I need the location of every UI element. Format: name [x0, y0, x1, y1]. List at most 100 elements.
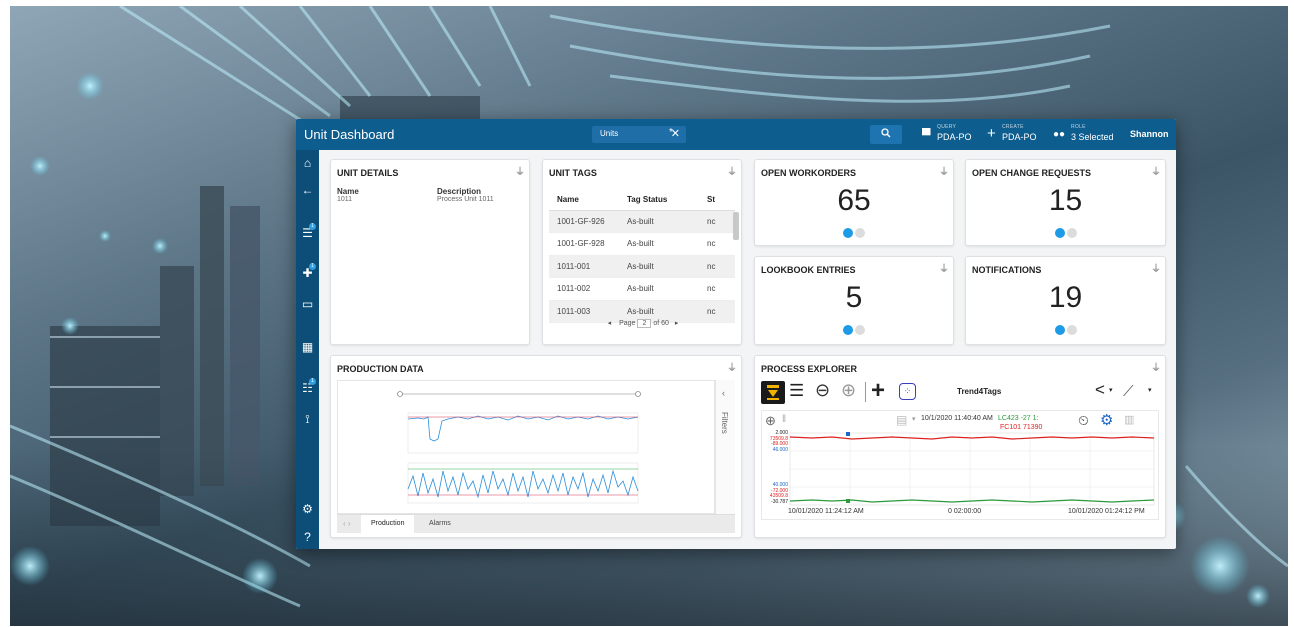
- back-icon[interactable]: ←: [296, 183, 319, 197]
- tasks-badge: 1: [309, 378, 316, 385]
- user-name[interactable]: Shannon: [1130, 129, 1169, 139]
- unit-tags-title: UNIT TAGS: [549, 168, 597, 178]
- unit-details-title: UNIT DETAILS: [337, 168, 399, 178]
- kpi-title: NOTIFICATIONS: [972, 265, 1042, 275]
- query-caption: QUERY: [937, 124, 957, 130]
- filters-label[interactable]: Filters: [720, 412, 729, 434]
- screenshot-stage: Unit Dashboard Units ✕ * ▀ QUERY PDA-PO …: [0, 0, 1294, 627]
- chevron-down-icon[interactable]: ▾: [1109, 386, 1113, 394]
- trend-end-time: 10/01/2020 01:24:12 PM: [1068, 508, 1145, 515]
- column-header-name[interactable]: Name: [549, 189, 619, 211]
- table-row[interactable]: 1011-001 As-built nc: [549, 255, 735, 278]
- name-label: Name: [337, 187, 359, 196]
- create-value: PDA-PO: [1002, 132, 1037, 142]
- column-header-tag-status[interactable]: Tag Status: [619, 189, 699, 211]
- role-value: 3 Selected: [1071, 132, 1114, 142]
- top-bar: Unit Dashboard Units ✕ * ▀ QUERY PDA-PO …: [296, 119, 1176, 150]
- pin-icon[interactable]: ⏚: [727, 163, 737, 178]
- carousel-dot[interactable]: [1066, 228, 1077, 238]
- unit-dashboard-window: Unit Dashboard Units ✕ * ▀ QUERY PDA-PO …: [296, 119, 1176, 549]
- gear-icon[interactable]: ⚙: [296, 502, 319, 516]
- carousel-dots: [966, 225, 1165, 243]
- open-workorders-card[interactable]: OPEN WORKORDERS ⏚ 65: [754, 159, 954, 246]
- filters-panel[interactable]: ‹ Filters: [715, 380, 735, 514]
- table-cell: As-built: [619, 255, 699, 278]
- unit-tags-card: UNIT TAGS ⏚ Name Tag Status St 1001-GF-9…: [542, 159, 742, 345]
- open-change-requests-card[interactable]: OPEN CHANGE REQUESTS ⏚ 15: [965, 159, 1166, 246]
- kpi-value: 65: [837, 184, 871, 217]
- kpi-title: OPEN CHANGE REQUESTS: [972, 168, 1092, 178]
- notifications-card[interactable]: NOTIFICATIONS ⏚ 19: [965, 256, 1166, 345]
- hierarchy-icon[interactable]: ⟟: [296, 412, 319, 427]
- pin-icon[interactable]: ⏚: [939, 163, 949, 178]
- cluster-icon[interactable]: ⁘: [899, 383, 916, 400]
- table-cell: nc: [699, 255, 735, 278]
- tab-alarms[interactable]: Alarms: [419, 515, 461, 534]
- add-tab-icon[interactable]: *: [669, 127, 673, 138]
- carousel-dot-active[interactable]: [1054, 325, 1065, 335]
- chevron-down-icon[interactable]: ▾: [1148, 386, 1152, 394]
- chart-type-icon[interactable]: ⟋: [1123, 383, 1134, 400]
- pagination: ◂ Page 2 of 60 ▸: [543, 319, 741, 328]
- chevron-left-icon[interactable]: ‹: [722, 388, 725, 398]
- inbox-icon[interactable]: ▭: [296, 297, 319, 311]
- tab-scroll-arrows[interactable]: ‹ ›: [343, 519, 351, 528]
- forward-circle-icon[interactable]: ⊕: [841, 380, 856, 401]
- lookbook-entries-card[interactable]: LOOKBOOK ENTRIES ⏚ 5: [754, 256, 954, 345]
- table-row[interactable]: 1011-002 As-built nc: [549, 277, 735, 301]
- add-icon[interactable]: +: [871, 377, 885, 405]
- back-circle-icon[interactable]: ⊖: [815, 380, 830, 401]
- menu-icon[interactable]: ☰: [789, 381, 804, 401]
- carousel-dots: [966, 322, 1165, 340]
- description-label: Description: [437, 187, 482, 196]
- pin-icon[interactable]: ⏚: [939, 260, 949, 275]
- share-icon[interactable]: <: [1095, 380, 1105, 400]
- search-button[interactable]: [870, 125, 902, 144]
- query-icon: ▀: [922, 128, 931, 142]
- toolbar-divider: [865, 382, 866, 402]
- prev-page-icon[interactable]: ◂: [608, 320, 612, 327]
- pin-icon[interactable]: ⏚: [515, 163, 525, 178]
- tag-filter-icon: [767, 385, 779, 400]
- pin-icon[interactable]: ⏚: [1151, 163, 1161, 178]
- carousel-dot[interactable]: [855, 325, 865, 335]
- column-header-st[interactable]: St: [699, 189, 735, 211]
- trend-tag-button[interactable]: [761, 381, 785, 404]
- list-icon[interactable]: ☰ 1: [296, 223, 319, 240]
- home-icon[interactable]: ⌂: [296, 156, 319, 170]
- production-report-frame[interactable]: [337, 380, 715, 514]
- pin-icon[interactable]: ⏚: [1151, 260, 1161, 275]
- page-input[interactable]: 2: [637, 319, 652, 328]
- table-cell: As-built: [619, 277, 699, 301]
- kpi-title: LOOKBOOK ENTRIES: [761, 265, 856, 275]
- table-row[interactable]: 1001-GF-926 As-built nc: [549, 210, 735, 233]
- pin-icon[interactable]: ✚ 1: [296, 263, 319, 280]
- table-cell: 1001-GF-926: [549, 210, 619, 233]
- tasks-icon[interactable]: ☷ 1: [296, 378, 319, 395]
- pin-icon[interactable]: ⏚: [727, 359, 737, 374]
- table-scrollbar[interactable]: [733, 212, 739, 240]
- next-page-icon[interactable]: ▸: [675, 320, 679, 327]
- table-header-row: Name Tag Status St: [549, 189, 735, 211]
- carousel-dot-active[interactable]: [843, 325, 853, 335]
- trend-duration: 0 02:00:00: [948, 508, 982, 515]
- process-explorer-toolbar: ☰ ⊖ ⊕ + ⁘ Trend4Tags < ▾ ⟋ ▾: [761, 377, 1159, 406]
- carousel-dot[interactable]: [855, 228, 865, 238]
- production-data-title: PRODUCTION DATA: [337, 364, 424, 374]
- kpi-value: 19: [1048, 281, 1083, 314]
- carousel-dot[interactable]: [1066, 325, 1077, 335]
- dashboard-icon[interactable]: ▦: [296, 340, 319, 354]
- kpi-value: 15: [1048, 184, 1083, 217]
- carousel-dot-active[interactable]: [1054, 228, 1065, 238]
- help-icon[interactable]: ?: [296, 530, 319, 544]
- tab-production[interactable]: Production: [361, 515, 415, 534]
- table-cell: nc: [699, 277, 735, 301]
- query-value: PDA-PO: [937, 132, 972, 142]
- list-badge: 1: [309, 223, 316, 230]
- pin-icon[interactable]: ⏚: [1151, 359, 1161, 374]
- plus-icon: +: [987, 125, 996, 142]
- process-explorer-card: PROCESS EXPLORER ⏚ ☰ ⊖ ⊕ + ⁘ Trend4Tags …: [754, 355, 1166, 538]
- process-trend-chart[interactable]: ⊕ ‖ ▤ ▾ 10/1/2020 11:40:40 AM LC423 -27 …: [761, 410, 1159, 520]
- table-row[interactable]: 1001-GF-928 As-built nc: [549, 232, 735, 256]
- carousel-dot-active[interactable]: [843, 228, 853, 238]
